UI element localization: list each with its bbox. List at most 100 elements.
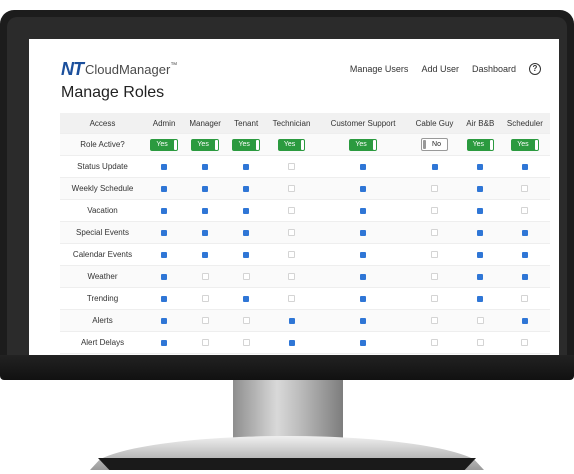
permission-checkbox-checked[interactable]	[431, 163, 438, 170]
permission-checkbox-checked[interactable]	[161, 295, 168, 302]
permission-cell	[317, 221, 409, 244]
permission-checkbox-checked[interactable]	[161, 207, 168, 214]
table-row: Trending	[60, 287, 550, 310]
permission-checkbox-checked[interactable]	[243, 163, 250, 170]
permission-checkbox-checked[interactable]	[360, 207, 367, 214]
permission-checkbox-checked[interactable]	[243, 295, 250, 302]
permission-checkbox-unchecked[interactable]	[242, 339, 250, 347]
permission-checkbox-checked[interactable]	[360, 295, 367, 302]
monitor-bezel: NT CloudManager™ Manage Users Add User D…	[7, 17, 567, 375]
nav-manage-users[interactable]: Manage Users	[350, 64, 409, 74]
feature-label: Calendar Events	[60, 243, 145, 266]
permission-checkbox-checked[interactable]	[477, 163, 484, 170]
permission-checkbox-checked[interactable]	[521, 273, 528, 280]
role-active-toggle[interactable]: Yes	[277, 138, 306, 151]
permission-checkbox-unchecked[interactable]	[476, 317, 484, 325]
role-active-toggle[interactable]: Yes	[191, 138, 219, 151]
permission-checkbox-unchecked[interactable]	[288, 295, 296, 303]
nav-add-user[interactable]: Add User	[421, 64, 459, 74]
permission-cell	[183, 199, 228, 222]
role-active-toggle[interactable]: Yes	[466, 138, 495, 151]
permission-checkbox-checked[interactable]	[288, 317, 295, 324]
app-logo[interactable]: NT CloudManager™	[61, 59, 177, 80]
permission-checkbox-unchecked[interactable]	[476, 339, 484, 347]
permission-checkbox-checked[interactable]	[477, 295, 484, 302]
permission-cell	[145, 199, 184, 222]
role-active-cell: No	[408, 133, 461, 156]
permission-checkbox-unchecked[interactable]	[242, 273, 250, 281]
permission-checkbox-unchecked[interactable]	[431, 185, 439, 193]
permission-checkbox-unchecked[interactable]	[201, 273, 209, 281]
permission-checkbox-checked[interactable]	[202, 163, 209, 170]
permission-checkbox-checked[interactable]	[202, 207, 209, 214]
permission-checkbox-unchecked[interactable]	[288, 251, 296, 259]
permission-checkbox-checked[interactable]	[161, 229, 168, 236]
permission-checkbox-checked[interactable]	[161, 185, 168, 192]
permission-checkbox-checked[interactable]	[477, 207, 484, 214]
permission-checkbox-checked[interactable]	[477, 273, 484, 280]
permission-checkbox-unchecked[interactable]	[288, 163, 296, 171]
permission-checkbox-checked[interactable]	[477, 229, 484, 236]
role-active-toggle[interactable]: Yes	[150, 138, 178, 151]
table-row: Calendar Events	[60, 243, 550, 266]
permission-checkbox-checked[interactable]	[161, 317, 168, 324]
permission-cell	[317, 243, 409, 266]
permission-cell	[227, 221, 266, 244]
permission-checkbox-checked[interactable]	[202, 185, 209, 192]
permission-checkbox-checked[interactable]	[243, 251, 250, 258]
permission-checkbox-checked[interactable]	[477, 251, 484, 258]
permission-checkbox-checked[interactable]	[521, 163, 528, 170]
nav-dashboard[interactable]: Dashboard	[472, 64, 516, 74]
permission-cell	[499, 287, 550, 310]
permission-checkbox-checked[interactable]	[360, 163, 367, 170]
permission-checkbox-checked[interactable]	[360, 273, 367, 280]
permission-checkbox-checked[interactable]	[477, 185, 484, 192]
permission-checkbox-unchecked[interactable]	[521, 185, 529, 193]
permission-checkbox-unchecked[interactable]	[201, 339, 209, 347]
permission-checkbox-checked[interactable]	[521, 251, 528, 258]
permission-checkbox-unchecked[interactable]	[201, 317, 209, 325]
permission-checkbox-unchecked[interactable]	[431, 229, 439, 237]
permission-checkbox-checked[interactable]	[243, 229, 250, 236]
permission-checkbox-checked[interactable]	[521, 317, 528, 324]
permission-checkbox-unchecked[interactable]	[201, 295, 209, 303]
permission-checkbox-unchecked[interactable]	[431, 295, 439, 303]
permission-checkbox-checked[interactable]	[360, 229, 367, 236]
permission-checkbox-unchecked[interactable]	[521, 339, 529, 347]
permission-checkbox-checked[interactable]	[202, 229, 209, 236]
permission-checkbox-unchecked[interactable]	[431, 273, 439, 281]
permission-checkbox-checked[interactable]	[161, 251, 168, 258]
permission-checkbox-unchecked[interactable]	[431, 251, 439, 259]
permission-checkbox-unchecked[interactable]	[431, 339, 439, 347]
permission-checkbox-checked[interactable]	[161, 163, 168, 170]
permission-checkbox-checked[interactable]	[243, 185, 250, 192]
permission-checkbox-unchecked[interactable]	[431, 317, 439, 325]
permission-checkbox-unchecked[interactable]	[242, 317, 250, 325]
permission-checkbox-unchecked[interactable]	[288, 229, 296, 237]
permission-checkbox-checked[interactable]	[161, 339, 168, 346]
role-active-toggle[interactable]: No	[421, 138, 448, 151]
permission-checkbox-checked[interactable]	[521, 229, 528, 236]
role-active-toggle[interactable]: Yes	[511, 138, 539, 151]
permission-checkbox-unchecked[interactable]	[431, 207, 439, 215]
role-active-toggle[interactable]: Yes	[232, 138, 260, 151]
permission-checkbox-unchecked[interactable]	[288, 273, 296, 281]
permission-checkbox-unchecked[interactable]	[288, 207, 296, 215]
permission-cell	[183, 177, 228, 200]
permission-checkbox-checked[interactable]	[288, 339, 295, 346]
permission-checkbox-checked[interactable]	[202, 251, 209, 258]
logo-text: CloudManager™	[85, 62, 177, 77]
permission-checkbox-unchecked[interactable]	[521, 295, 529, 303]
permission-checkbox-checked[interactable]	[243, 207, 250, 214]
permission-checkbox-checked[interactable]	[360, 185, 367, 192]
permission-checkbox-checked[interactable]	[360, 317, 367, 324]
role-active-toggle[interactable]: Yes	[349, 138, 377, 151]
permission-checkbox-checked[interactable]	[161, 273, 168, 280]
permission-checkbox-checked[interactable]	[360, 339, 367, 346]
permission-checkbox-unchecked[interactable]	[521, 207, 529, 215]
help-icon[interactable]: ?	[529, 63, 541, 75]
permission-checkbox-checked[interactable]	[360, 251, 367, 258]
permission-cell	[460, 177, 500, 200]
permission-checkbox-unchecked[interactable]	[288, 185, 296, 193]
table-row: Special Events	[60, 221, 550, 244]
